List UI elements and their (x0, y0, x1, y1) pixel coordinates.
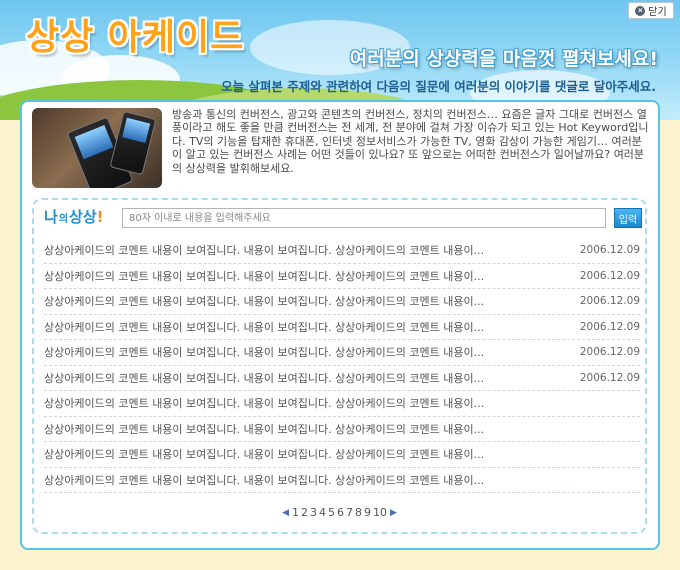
comment-date: 2006.12.09 (579, 269, 640, 282)
triangle-left-icon[interactable]: ◀ (282, 508, 289, 518)
comment-input[interactable] (122, 208, 606, 228)
page-link[interactable]: 7 (345, 506, 354, 519)
page-link[interactable]: 3 (309, 506, 318, 519)
logo-title: 상상 아케이드 (26, 17, 245, 58)
comment-row[interactable]: 상상아케이드의 코멘트 내용이 보여집니다. 내용이 보여집니다. 상상아케이드… (44, 315, 640, 340)
page-numbers: 1 2 3 4 5 6 7 8 9 10 (291, 506, 388, 519)
comment-text: 상상아케이드의 코멘트 내용이 보여집니다. 내용이 보여집니다. 상상아케이드… (44, 295, 485, 309)
comment-row[interactable]: 상상아케이드의 코멘트 내용이 보여집니다. 내용이 보여집니다. 상상아케이드… (44, 264, 640, 289)
triangle-right-icon[interactable]: ▶ (390, 508, 397, 518)
comment-row[interactable]: 상상아케이드의 코멘트 내용이 보여집니다. 내용이 보여집니다. 상상아케이드… (44, 340, 640, 366)
close-icon: × (635, 5, 646, 16)
comment-text: 상상아케이드의 코멘트 내용이 보여집니다. 내용이 보여집니다. 상상아케이드… (44, 320, 485, 334)
page-link[interactable]: 10 (372, 506, 388, 519)
my-imagination-label: 나 의 상상 ! (44, 208, 104, 226)
comment-text: 상상아케이드의 코멘트 내용이 보여집니다. 내용이 보여집니다. 상상아케이드… (44, 269, 485, 283)
instruction-text: 오늘 살펴본 주제와 관련하여 다음의 질문에 여러분의 이야기를 댓글로 달아… (221, 79, 656, 94)
phone-thumbnail (32, 108, 162, 188)
comment-row[interactable]: 상상아케이드의 코멘트 내용이 보여집니다. 내용이 보여집니다. 상상아케이드… (44, 238, 640, 264)
comment-date: 2006.12.09 (579, 346, 640, 359)
comment-text: 상상아케이드의 코멘트 내용이 보여집니다. 내용이 보여집니다. 상상아케이드… (44, 422, 485, 436)
page-link[interactable]: 8 (354, 506, 363, 519)
page-link[interactable]: 1 (291, 506, 300, 519)
comment-text: 상상아케이드의 코멘트 내용이 보여집니다. 내용이 보여집니다. 상상아케이드… (44, 346, 485, 360)
comment-date: 2006.12.09 (579, 371, 640, 384)
comment-date: 2006.12.09 (579, 320, 640, 333)
comment-row[interactable]: 상상아케이드의 코멘트 내용이 보여집니다. 내용이 보여집니다. 상상아케이드… (44, 417, 640, 442)
comment-row[interactable]: 상상아케이드의 코멘트 내용이 보여집니다. 내용이 보여집니다. 상상아케이드… (44, 391, 640, 417)
page-link[interactable]: 2 (300, 506, 309, 519)
phone-icon (109, 110, 157, 176)
comment-text: 상상아케이드의 코멘트 내용이 보여집니다. 내용이 보여집니다. 상상아케이드… (44, 448, 485, 462)
comment-row[interactable]: 상상아케이드의 코멘트 내용이 보여집니다. 내용이 보여집니다. 상상아케이드… (44, 289, 640, 315)
comment-text: 상상아케이드의 코멘트 내용이 보여집니다. 내용이 보여집니다. 상상아케이드… (44, 371, 485, 385)
comment-text: 상상아케이드의 코멘트 내용이 보여집니다. 내용이 보여집니다. 상상아케이드… (44, 244, 485, 258)
submit-button[interactable]: 입력 (614, 208, 642, 228)
comment-date: 2006.12.09 (579, 295, 640, 308)
main-panel: 방송과 통신의 컨버전스, 광고와 콘텐츠의 컨버전스, 정치의 컨버전스… 요… (20, 100, 660, 550)
close-button[interactable]: × 닫기 (628, 2, 674, 19)
slogan-text: 여러분의 상상력을 마음껏 펼쳐보세요! (349, 48, 658, 70)
comment-row[interactable]: 상상아케이드의 코멘트 내용이 보여집니다. 내용이 보여집니다. 상상아케이드… (44, 468, 640, 493)
page-link[interactable]: 9 (363, 506, 372, 519)
intro-text: 방송과 통신의 컨버전스, 광고와 콘텐츠의 컨버전스, 정치의 컨버전스… 요… (172, 108, 649, 175)
comment-date: 2006.12.09 (579, 244, 640, 257)
comment-list: 상상아케이드의 코멘트 내용이 보여집니다. 내용이 보여집니다. 상상아케이드… (44, 238, 640, 493)
comment-row[interactable]: 상상아케이드의 코멘트 내용이 보여집니다. 내용이 보여집니다. 상상아케이드… (44, 442, 640, 468)
page-link[interactable]: 6 (336, 506, 345, 519)
comment-text: 상상아케이드의 코멘트 내용이 보여집니다. 내용이 보여집니다. 상상아케이드… (44, 473, 485, 487)
page-link[interactable]: 4 (318, 506, 327, 519)
close-label: 닫기 (648, 7, 667, 18)
comment-text: 상상아케이드의 코멘트 내용이 보여집니다. 내용이 보여집니다. 상상아케이드… (44, 397, 485, 411)
intro-section: 방송과 통신의 컨버전스, 광고와 콘텐츠의 컨버전스, 정치의 컨버전스… 요… (32, 108, 649, 194)
comment-row[interactable]: 상상아케이드의 코멘트 내용이 보여집니다. 내용이 보여집니다. 상상아케이드… (44, 366, 640, 391)
page-link[interactable]: 5 (327, 506, 336, 519)
pagination: ◀ 1 2 3 4 5 6 7 8 9 10 ▶ (34, 506, 645, 519)
comment-area: 나 의 상상 ! 입력 상상아케이드의 코멘트 내용이 보여집니다. 내용이 보… (32, 198, 647, 534)
